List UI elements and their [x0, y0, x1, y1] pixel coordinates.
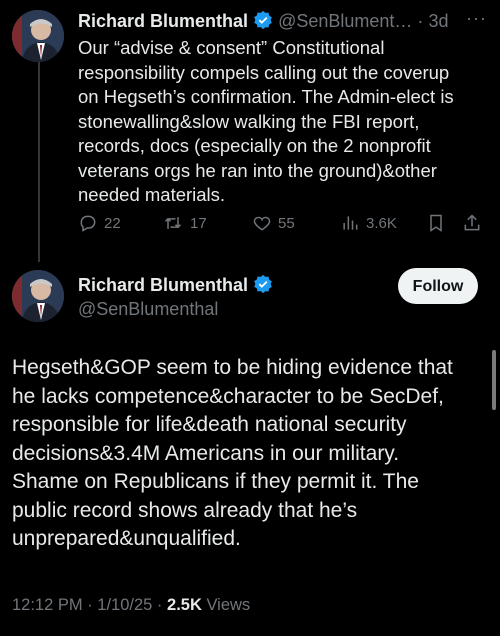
text-line: stonewalling&slow walking the FBI report…: [78, 110, 420, 132]
text-line: responsible for life&death national secu…: [12, 413, 407, 436]
timestamp[interactable]: 12:12 PM · 1/10/25 ·: [12, 596, 167, 614]
verified-badge-icon: [253, 274, 273, 299]
bookmark-icon: [426, 213, 446, 233]
share-icon: [462, 213, 482, 233]
reply-header: Richard Blumenthal @SenBlument… · 3d: [78, 10, 448, 35]
reply-count: 22: [104, 214, 121, 232]
author-handle[interactable]: @SenBlument…: [278, 11, 412, 31]
main-tweet-text: Hegseth&GOP seem to be hiding evidence t…: [12, 354, 490, 554]
more-icon[interactable]: ···: [466, 8, 487, 29]
verified-badge-icon: [253, 10, 273, 35]
text-line: on Hegseth’s confirmation. The Admin-ele…: [78, 86, 454, 107]
repost-count: 17: [190, 214, 207, 232]
like-button[interactable]: 55: [252, 213, 295, 233]
reply-text: Our “advise & consent” Constitutional re…: [78, 36, 493, 208]
text-line: public record shows already that he’s: [12, 498, 358, 522]
text-line: unprepared&unqualified.: [12, 527, 241, 550]
views-label: Views: [201, 596, 251, 614]
text-line: decisions&3.4M Americans in our military…: [12, 441, 400, 465]
repost-icon: [162, 213, 184, 233]
main-author: Richard Blumenthal: [78, 274, 273, 299]
author-name[interactable]: Richard Blumenthal: [78, 11, 248, 31]
text-line: needed materials.: [78, 184, 226, 205]
follow-button[interactable]: Follow: [398, 268, 478, 304]
text-line: Hegseth&GOP seem to be hiding evidence t…: [12, 356, 453, 379]
time-ago[interactable]: 3d: [428, 11, 448, 31]
text-line: he lacks competence&character to be SecD…: [12, 384, 444, 408]
like-count: 55: [278, 214, 295, 232]
text-line: records, docs (especially on the 2 nonpr…: [78, 135, 431, 156]
repost-button[interactable]: 17: [162, 213, 207, 233]
text-line: Our “advise & consent” Constitutional: [78, 37, 385, 58]
separator: ·: [417, 11, 424, 31]
action-bar: 22 17 55 3.6K: [78, 213, 488, 243]
tweet-meta: 12:12 PM · 1/10/25 · 2.5K Views: [12, 596, 250, 615]
author-handle[interactable]: @SenBlumenthal: [78, 299, 218, 320]
author-name[interactable]: Richard Blumenthal: [78, 275, 248, 295]
text-line: responsibility compels calling out the c…: [78, 61, 450, 83]
like-icon: [252, 213, 272, 233]
scrollbar[interactable]: [492, 350, 496, 410]
views-icon: [340, 213, 360, 233]
reply-icon: [78, 213, 98, 233]
reply-button[interactable]: 22: [78, 213, 121, 233]
avatar[interactable]: [12, 270, 64, 322]
views-count: 2.5K: [167, 596, 202, 614]
text-line: Shame on Republicans if they permit it. …: [12, 470, 419, 493]
avatar[interactable]: [12, 10, 64, 62]
views-button[interactable]: 3.6K: [340, 213, 397, 233]
thread-line: [38, 62, 40, 262]
views-count: 3.6K: [366, 214, 397, 232]
text-line: veterans orgs he ran into the ground)&ot…: [78, 159, 437, 181]
bookmark-button[interactable]: [426, 213, 446, 233]
share-button[interactable]: [462, 213, 482, 233]
